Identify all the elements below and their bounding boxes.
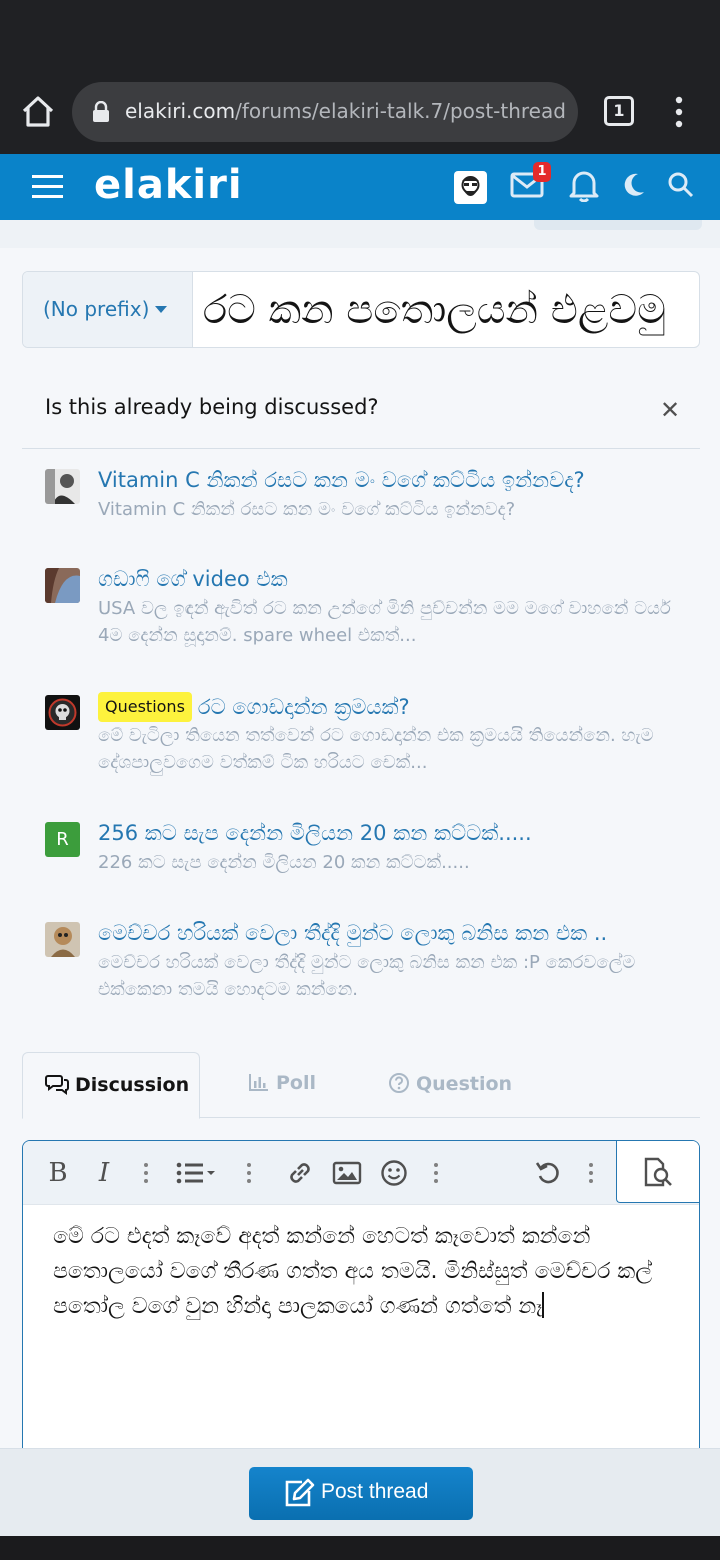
chevron-down-icon: [155, 306, 167, 313]
smiley-icon[interactable]: [379, 1157, 409, 1189]
text-cursor: [542, 1292, 544, 1318]
tab-poll-label: Poll: [276, 1072, 317, 1094]
system-nav-bar: [0, 1536, 720, 1560]
link-icon[interactable]: [285, 1157, 315, 1189]
lock-icon: [92, 100, 110, 123]
home-icon[interactable]: [18, 92, 58, 132]
undo-icon[interactable]: [533, 1157, 563, 1189]
thread-title-link[interactable]: 256 කට සැප දෙන්න මිලියන 20 කන කට්ටක්....…: [98, 819, 688, 847]
prefix-label: (No prefix): [43, 297, 150, 321]
bar-chart-icon: [249, 1074, 268, 1091]
notification-count-badge: 1: [533, 162, 551, 182]
post-thread-label: Post thread: [321, 1480, 429, 1503]
url-path: /forums/elakiri-talk.7/post-thread: [235, 99, 566, 123]
address-bar[interactable]: elakiri.com/forums/elakiri-talk.7/post-t…: [72, 82, 578, 142]
preview-toggle-button[interactable]: [616, 1141, 699, 1203]
message-editor: B I මේ රට එදත් කෑවේ අදත් කන්නේ හෙටත් කෑව…: [22, 1140, 700, 1470]
search-icon[interactable]: [668, 172, 694, 202]
tab-switcher-button[interactable]: 1: [604, 96, 634, 126]
question-circle-icon: [389, 1073, 409, 1093]
more-options-icon[interactable]: [434, 1163, 438, 1183]
avatar: [45, 695, 80, 730]
questions-prefix-tag: Questions: [98, 692, 192, 722]
post-thread-button[interactable]: Post thread: [249, 1467, 473, 1520]
tab-question-label: Question: [416, 1073, 513, 1095]
avatar: R: [45, 822, 80, 857]
thread-type-tabs: Discussion Poll Question: [22, 1052, 700, 1119]
thread-title-link[interactable]: Questions රට ගොඩදාන්න ක්‍රමයක්?: [98, 692, 688, 722]
hamburger-menu-icon[interactable]: [32, 172, 64, 202]
editor-toolbar: B I: [23, 1141, 699, 1205]
form-footer: Post thread: [0, 1448, 720, 1536]
header-sub-tab: [534, 220, 702, 230]
browser-toolbar: elakiri.com/forums/elakiri-talk.7/post-t…: [0, 72, 720, 154]
thread-snippet: Vitamin C නිකන් රසට කන මං වගේ කට්ටිය ඉන්…: [98, 499, 516, 520]
tab-discussion-content: Discussion: [45, 1073, 189, 1096]
edit-icon: [285, 1478, 315, 1507]
image-icon[interactable]: [331, 1157, 363, 1189]
avatar: [45, 922, 80, 957]
similar-threads-heading: Is this already being discussed?: [45, 395, 379, 419]
list-icon[interactable]: [175, 1157, 221, 1189]
bold-icon[interactable]: B: [43, 1157, 73, 1189]
thread-title-row: (No prefix) රට කන පතොලයන් එළවමු: [22, 271, 700, 348]
tab-question-content: Question: [388, 1072, 512, 1095]
prefix-dropdown[interactable]: (No prefix): [23, 272, 193, 347]
dark-mode-moon-icon[interactable]: [622, 172, 646, 202]
comments-icon: [45, 1075, 69, 1095]
avatar: [45, 568, 80, 603]
thread-snippet: මෙච්චර හරියක් වෙලා තීද්දි මුන්ට ලොකු බනි…: [98, 952, 636, 1000]
editor-content[interactable]: මේ රට එදත් කෑවේ අදත් කන්නේ හෙටත් කෑවොත් …: [53, 1219, 663, 1324]
italic-icon[interactable]: I: [89, 1157, 119, 1189]
close-icon[interactable]: ✕: [660, 396, 680, 424]
more-menu-icon[interactable]: [668, 96, 690, 128]
more-options-icon[interactable]: [589, 1163, 593, 1183]
tab-poll-content: Poll: [248, 1072, 316, 1094]
tab-discussion[interactable]: Discussion: [22, 1052, 200, 1119]
bell-icon[interactable]: [568, 168, 600, 206]
thread-title-text: රට ගොඩදාන්න ක්‍රමයක්?: [197, 695, 410, 719]
site-header: elakiri: [0, 154, 720, 220]
tab-poll[interactable]: Poll: [230, 1052, 350, 1119]
url-text: elakiri.com/forums/elakiri-talk.7/post-t…: [125, 99, 566, 123]
thread-title-input[interactable]: රට කන පතොලයන් එළවමු: [203, 280, 699, 340]
thread-title-link[interactable]: ගඩාෆි ගේ video එක: [98, 565, 688, 593]
thread-title-link[interactable]: මෙච්චර හරියක් වෙලා තීද්දි මුන්ට ලොකු බනි…: [98, 919, 688, 947]
more-options-icon[interactable]: [144, 1163, 148, 1183]
user-avatar[interactable]: [454, 171, 487, 204]
avatar: [45, 469, 80, 504]
status-bar: [0, 0, 720, 72]
preview-search-icon: [644, 1157, 672, 1187]
thread-snippet: 226 කට සැප දෙන්න මිලියන 20 කන කට්ටක්....…: [98, 852, 470, 873]
tab-question[interactable]: Question: [370, 1052, 540, 1119]
thread-snippet: මේ වැටිලා තියෙන තත්වෙන් රට ගොඩදාන්න එක ක…: [98, 725, 654, 773]
site-logo[interactable]: elakiri: [94, 162, 243, 208]
divider: [22, 448, 700, 449]
more-options-icon[interactable]: [247, 1163, 251, 1183]
thread-snippet: USA වල ඉඳන් ඇවිත් රට කන උන්ගේ මිනි පුච්ච…: [98, 598, 671, 646]
url-host: elakiri.com: [125, 99, 236, 123]
thread-title-link[interactable]: Vitamin C නිකන් රසට කන මං වගේ කට්ටිය ඉන්…: [98, 466, 688, 494]
tab-discussion-label: Discussion: [75, 1074, 190, 1096]
editor-text: මේ රට එදත් කෑවේ අදත් කන්නේ හෙටත් කෑවොත් …: [53, 1224, 653, 1319]
